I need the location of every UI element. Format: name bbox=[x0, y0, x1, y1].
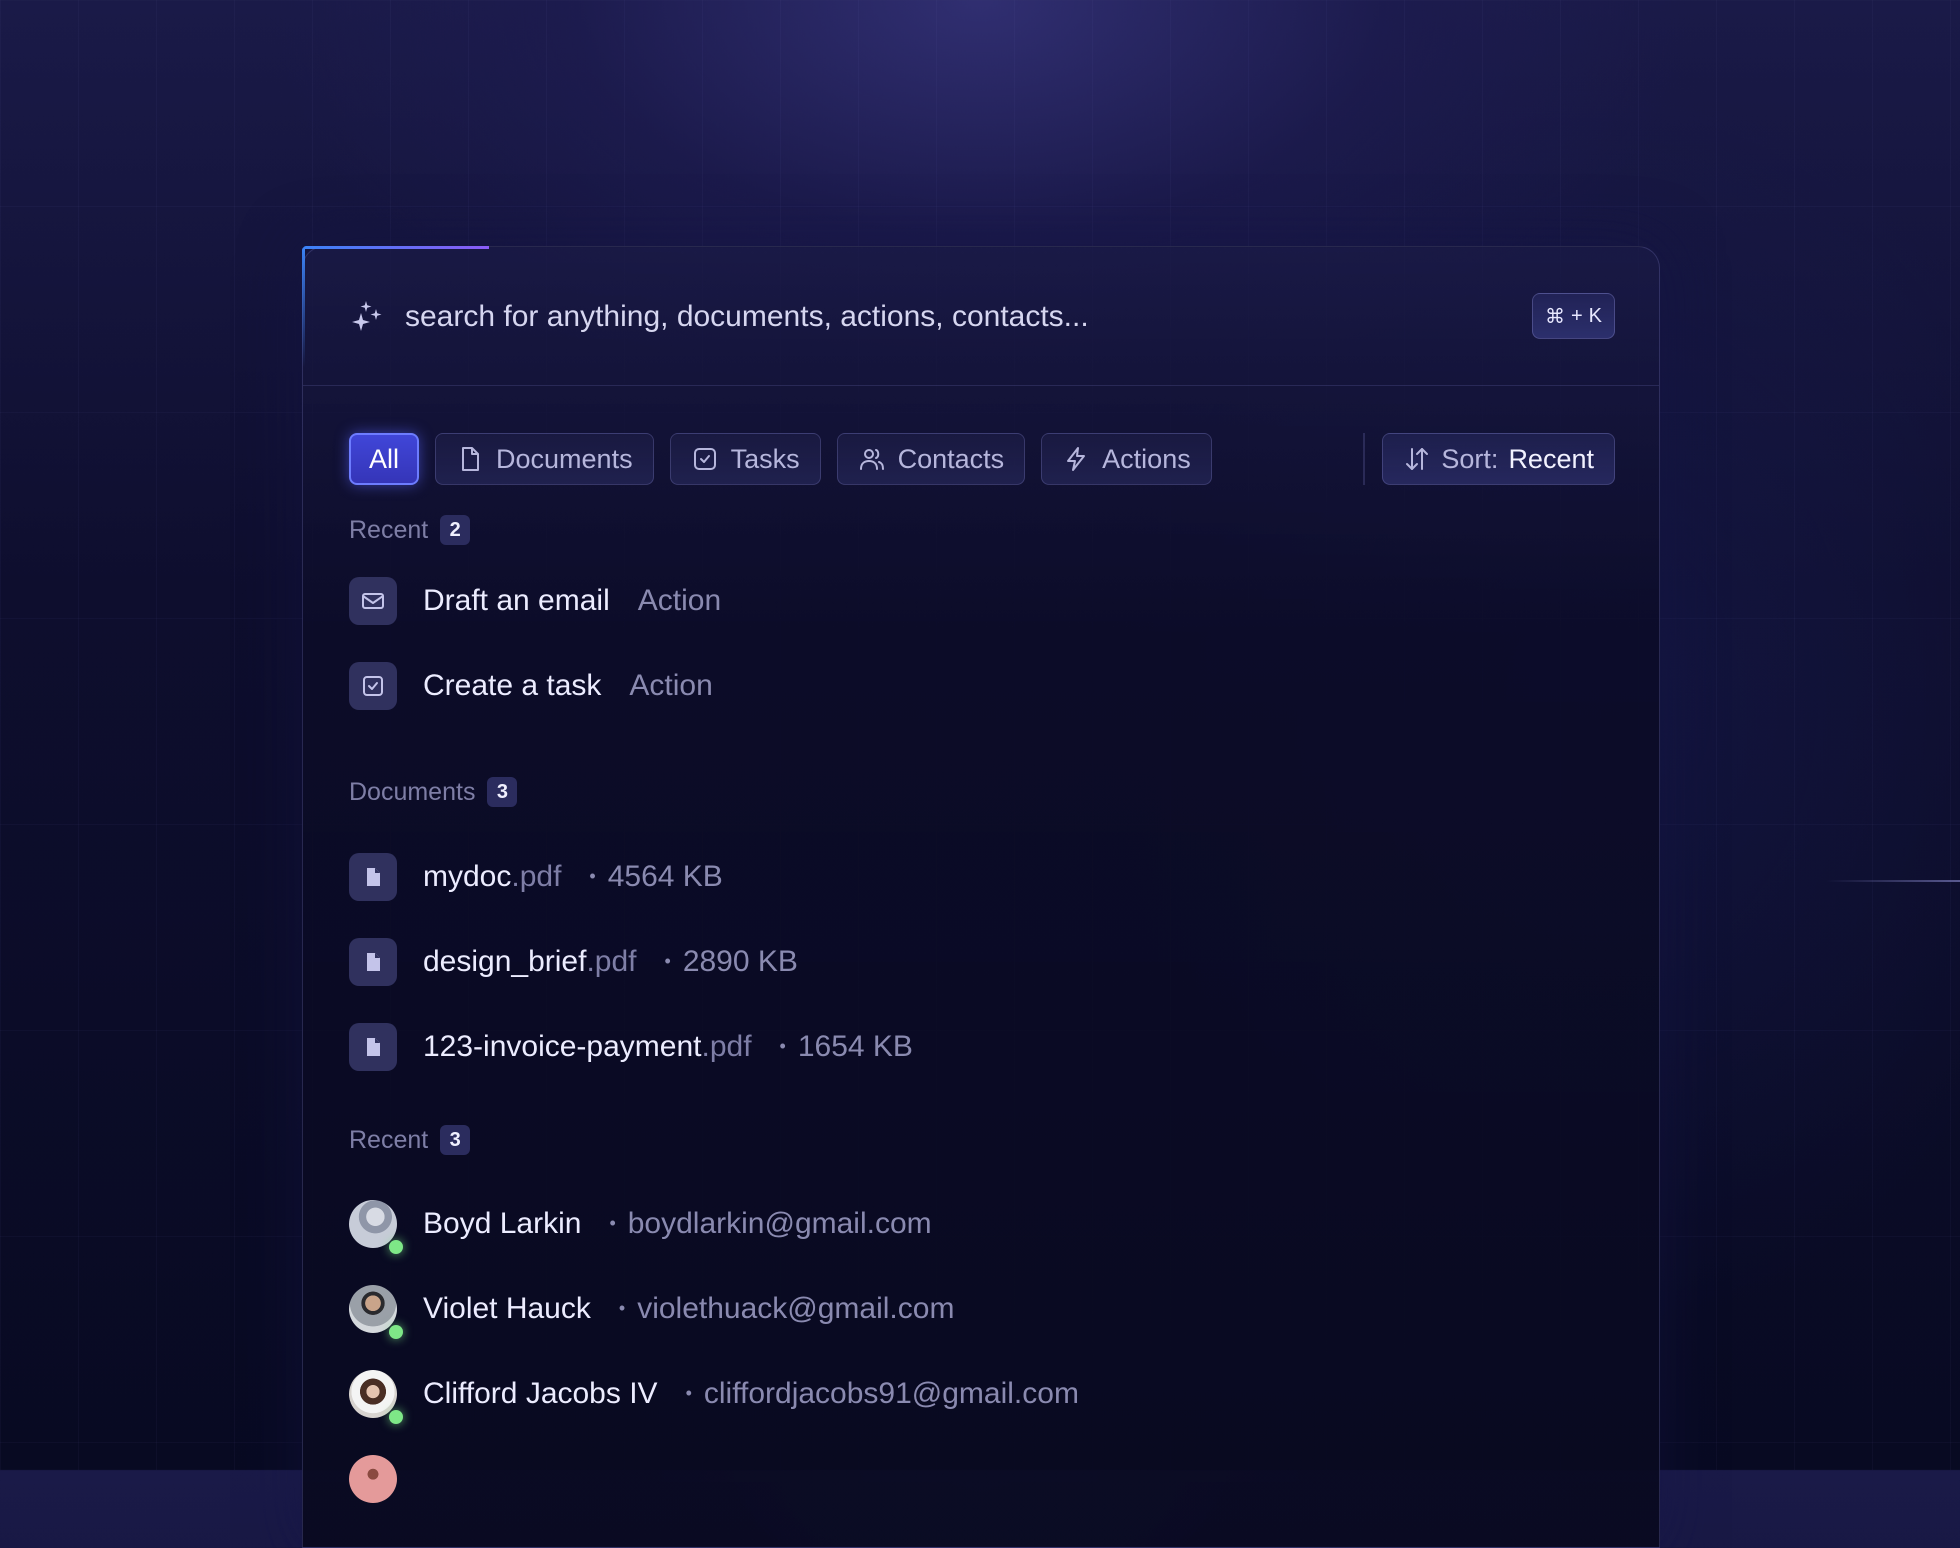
file-icon bbox=[367, 868, 380, 886]
filter-tab-actions[interactable]: Actions bbox=[1041, 433, 1212, 485]
section-title: Recent bbox=[349, 1125, 429, 1154]
list-item-draft-email[interactable]: Draft an email Action bbox=[349, 571, 1609, 631]
search-bar: ⌘ + K bbox=[303, 247, 1659, 386]
command-palette: ⌘ + K All Documents Tasks Contacts bbox=[302, 246, 1660, 1548]
checkbox-icon bbox=[363, 676, 383, 696]
filter-tab-contacts[interactable]: Contacts bbox=[836, 433, 1026, 485]
contact-email: cliffordjacobs91@gmail.com bbox=[686, 1377, 1079, 1411]
filter-tab-all[interactable]: All bbox=[349, 433, 420, 485]
section-title: Recent bbox=[349, 515, 429, 544]
contact-name: Violet Hauck bbox=[423, 1292, 591, 1325]
document-name: mydoc bbox=[423, 860, 512, 893]
count-badge: 3 bbox=[487, 777, 518, 807]
avatar bbox=[349, 1200, 403, 1254]
avatar bbox=[349, 1285, 403, 1339]
list-item-document[interactable]: 123-invoice-payment.pdf 1654 KB bbox=[349, 1017, 1609, 1077]
filter-label: Tasks bbox=[730, 443, 800, 474]
item-title: Draft an email bbox=[423, 584, 610, 617]
item-icon-box bbox=[349, 853, 397, 901]
item-icon-box bbox=[349, 938, 397, 986]
section-header-documents: Documents 3 bbox=[349, 777, 518, 807]
sort-label: Sort: bbox=[1441, 443, 1499, 474]
section-header-recent-contacts: Recent 3 bbox=[349, 1125, 471, 1155]
list-item-document[interactable]: mydoc.pdf 4564 KB bbox=[349, 847, 1609, 907]
online-status-dot bbox=[389, 1325, 403, 1339]
filter-tab-tasks[interactable]: Tasks bbox=[669, 433, 821, 485]
item-type: Action bbox=[637, 584, 722, 617]
contact-name: Boyd Larkin bbox=[423, 1207, 582, 1240]
filter-label: Documents bbox=[496, 443, 633, 474]
filter-label: Contacts bbox=[897, 443, 1005, 474]
lightning-icon bbox=[1067, 447, 1086, 471]
list-item-document[interactable]: design_brief.pdf 2890 KB bbox=[349, 932, 1609, 992]
shortcut-plus: + bbox=[1570, 304, 1583, 327]
item-icon-box bbox=[349, 1023, 397, 1071]
file-icon bbox=[462, 447, 480, 471]
document-size: 4564 KB bbox=[589, 860, 723, 894]
checkbox-icon bbox=[693, 448, 716, 470]
search-input[interactable] bbox=[403, 291, 1307, 343]
file-icon bbox=[367, 953, 380, 971]
list-item-create-task[interactable]: Create a task Action bbox=[349, 656, 1609, 716]
avatar bbox=[349, 1370, 403, 1424]
document-name: design_brief bbox=[423, 945, 587, 978]
item-type: Action bbox=[629, 669, 713, 702]
contact-name: Clifford Jacobs IV bbox=[423, 1377, 658, 1410]
item-icon-box bbox=[349, 577, 397, 625]
decorative-line bbox=[1826, 880, 1960, 882]
avatar bbox=[349, 1455, 397, 1503]
command-key-symbol: ⌘ bbox=[1544, 305, 1565, 328]
filter-label: All bbox=[369, 443, 400, 474]
document-extension: .pdf bbox=[511, 860, 562, 893]
list-item-contact-partial[interactable] bbox=[349, 1449, 1609, 1509]
item-title: Create a task bbox=[423, 669, 602, 702]
list-item-contact[interactable]: Boyd Larkin boydlarkin@gmail.com bbox=[349, 1194, 1609, 1254]
filter-label: Actions bbox=[1102, 443, 1191, 474]
contact-email: boydlarkin@gmail.com bbox=[609, 1207, 932, 1241]
document-name: 123-invoice-payment bbox=[423, 1030, 702, 1063]
count-badge: 2 bbox=[440, 515, 471, 545]
shortcut-key: K bbox=[1588, 304, 1602, 327]
online-status-dot bbox=[389, 1410, 403, 1424]
section-title: Documents bbox=[349, 777, 476, 806]
filter-tabs: All Documents Tasks Contacts Actions bbox=[349, 433, 1212, 485]
item-icon-box bbox=[349, 662, 397, 710]
count-badge: 3 bbox=[440, 1125, 471, 1155]
sort-button[interactable]: Sort: Recent bbox=[1382, 433, 1615, 485]
document-size: 2890 KB bbox=[665, 945, 798, 979]
contact-email: violethuack@gmail.com bbox=[619, 1292, 954, 1326]
sort-arrows-icon bbox=[1406, 448, 1429, 470]
users-icon bbox=[859, 449, 884, 470]
document-extension: .pdf bbox=[586, 945, 637, 978]
document-extension: .pdf bbox=[701, 1030, 752, 1063]
section-header-recent-actions: Recent 2 bbox=[349, 515, 471, 545]
shortcut-hint: ⌘ + K bbox=[1531, 293, 1615, 339]
online-status-dot bbox=[389, 1240, 403, 1254]
filter-tab-documents[interactable]: Documents bbox=[435, 433, 654, 485]
file-icon bbox=[367, 1038, 380, 1056]
sort-value: Recent bbox=[1508, 443, 1594, 474]
list-item-contact[interactable]: Clifford Jacobs IV cliffordjacobs91@gmai… bbox=[349, 1364, 1609, 1424]
list-item-contact[interactable]: Violet Hauck violethuack@gmail.com bbox=[349, 1279, 1609, 1339]
document-size: 1654 KB bbox=[780, 1030, 913, 1064]
sparkles-icon bbox=[352, 301, 382, 331]
toolbar-divider bbox=[1363, 433, 1365, 485]
mail-icon bbox=[362, 593, 384, 609]
